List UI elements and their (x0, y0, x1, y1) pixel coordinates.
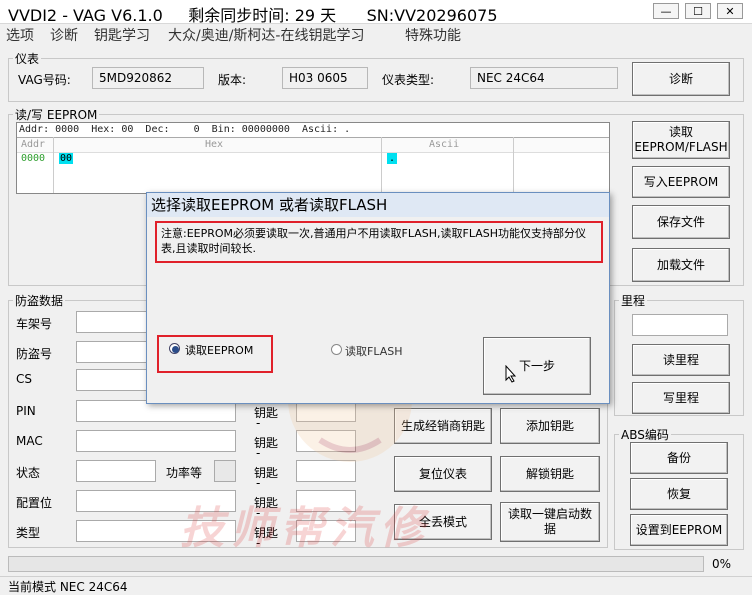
flash-radio[interactable] (331, 344, 342, 355)
dialog-title: 选择读取EEPROM 或者读取FLASH (147, 193, 609, 217)
menu-diagnose[interactable]: 诊断 (50, 25, 78, 45)
power-label: 功率等 (166, 466, 203, 480)
cluster-type-value: NEC 24C64 (470, 67, 618, 89)
mouse-cursor-icon (505, 365, 517, 383)
type-label: 类型 (16, 526, 41, 540)
write-eeprom-button[interactable]: 写入EEPROM (632, 166, 730, 198)
hex-divider-3 (513, 137, 514, 193)
mac-field[interactable] (76, 430, 236, 452)
hex-divider-2 (381, 137, 382, 193)
hex-cell-cursor[interactable]: 00 (59, 153, 74, 164)
instrument-legend: 仪表 (15, 52, 40, 66)
close-button[interactable]: ✕ (717, 3, 743, 19)
menu-online-key-learn[interactable]: 大众/奥迪/斯柯达-在线钥匙学习 (168, 25, 365, 45)
window-title: VVDI2 - VAG V6.1.0 剩余同步时间: 29 天 SN:VV202… (8, 6, 498, 25)
write-mileage-button[interactable]: 写里程 (632, 382, 730, 414)
load-file-button[interactable]: 加载文件 (632, 248, 730, 282)
progress-percent: 0% (712, 557, 732, 571)
next-step-button[interactable]: 下一步 (483, 337, 591, 395)
radio-selected-dot (172, 346, 179, 353)
hex-status-line: Addr: 0000 Hex: 00 Dec: 0 Bin: 00000000 … (17, 123, 609, 138)
read-mileage-button[interactable]: 读里程 (632, 344, 730, 376)
immo-legend: 防盗数据 (15, 294, 64, 308)
diagnose-button[interactable]: 诊断 (632, 62, 730, 96)
eeprom-flash-dialog: 选择读取EEPROM 或者读取FLASH 注意:EEPROM必须要读取一次,普通… (146, 192, 610, 404)
hex-divider-1 (53, 137, 54, 193)
status-mode-text: 当前模式 NEC 24C64 (8, 580, 128, 594)
unlock-key-button[interactable]: 解锁钥匙 (500, 456, 600, 492)
read-one-key-start-data-button[interactable]: 读取一键启动数据 (500, 502, 600, 542)
row-address: 0000 (21, 153, 46, 164)
abs-backup-button[interactable]: 备份 (630, 442, 728, 474)
vag-number-label: VAG号码: (18, 73, 71, 87)
column-addr: Addr (21, 139, 46, 150)
version-value: H03 0605 (282, 67, 368, 89)
minimize-button[interactable]: — (653, 3, 679, 19)
add-key-button[interactable]: 添加钥匙 (500, 408, 600, 444)
vin-label: 车架号 (16, 317, 53, 331)
menu-key-learn[interactable]: 钥匙学习 (94, 25, 150, 45)
immo-id-label: 防盗号 (16, 347, 53, 361)
flash-option-label[interactable]: 读取FLASH (345, 343, 403, 359)
hex-editor[interactable]: Addr: 0000 Hex: 00 Dec: 0 Bin: 00000000 … (16, 122, 610, 194)
ascii-cell-cursor[interactable]: . (387, 153, 398, 164)
column-ascii: Ascii (429, 139, 460, 150)
menu-special-functions[interactable]: 特殊功能 (405, 25, 461, 45)
abs-legend: ABS编码 (621, 428, 669, 442)
status-field[interactable] (76, 460, 156, 482)
dialog-note: 注意:EEPROM必须要读取一次,普通用户不用读取FLASH,读取FLASH功能… (155, 221, 603, 263)
mileage-legend: 里程 (621, 294, 646, 308)
menu-options[interactable]: 选项 (6, 25, 34, 45)
status-label: 状态 (16, 466, 41, 480)
power-checkbox[interactable] (214, 460, 236, 482)
menu-bar: 选项 诊断 钥匙学习 大众/奥迪/斯柯达-在线钥匙学习 特殊功能 (0, 24, 752, 45)
cs-label: CS (16, 372, 32, 386)
progress-bar (8, 556, 704, 572)
version-label: 版本: (218, 73, 247, 87)
hex-column-header: Addr Hex Ascii (17, 138, 609, 153)
column-hex: Hex (205, 139, 224, 150)
mileage-field[interactable] (632, 314, 728, 336)
read-eeprom-flash-button[interactable]: 读取 EEPROM/FLASH (632, 121, 730, 159)
save-file-button[interactable]: 保存文件 (632, 205, 730, 239)
eeprom-radio[interactable] (169, 343, 180, 354)
eeprom-legend: 读/写 EEPROM (15, 108, 98, 122)
set-to-eeprom-button[interactable]: 设置到EEPROM (630, 514, 728, 546)
maximize-button[interactable]: ☐ (685, 3, 711, 19)
watermark-text: 技师帮汽修 (180, 503, 430, 554)
status-bar: 当前模式 NEC 24C64 (0, 576, 752, 594)
config-label: 配置位 (16, 496, 53, 510)
cluster-type-label: 仪表类型: (382, 73, 435, 87)
abs-restore-button[interactable]: 恢复 (630, 478, 728, 510)
eeprom-option-label[interactable]: 读取EEPROM (185, 342, 253, 358)
pin-label: PIN (16, 404, 36, 418)
vag-number-value: 5MD920862 (92, 67, 204, 89)
mac-label: MAC (16, 434, 43, 448)
title-bar: VVDI2 - VAG V6.1.0 剩余同步时间: 29 天 SN:VV202… (0, 0, 752, 25)
